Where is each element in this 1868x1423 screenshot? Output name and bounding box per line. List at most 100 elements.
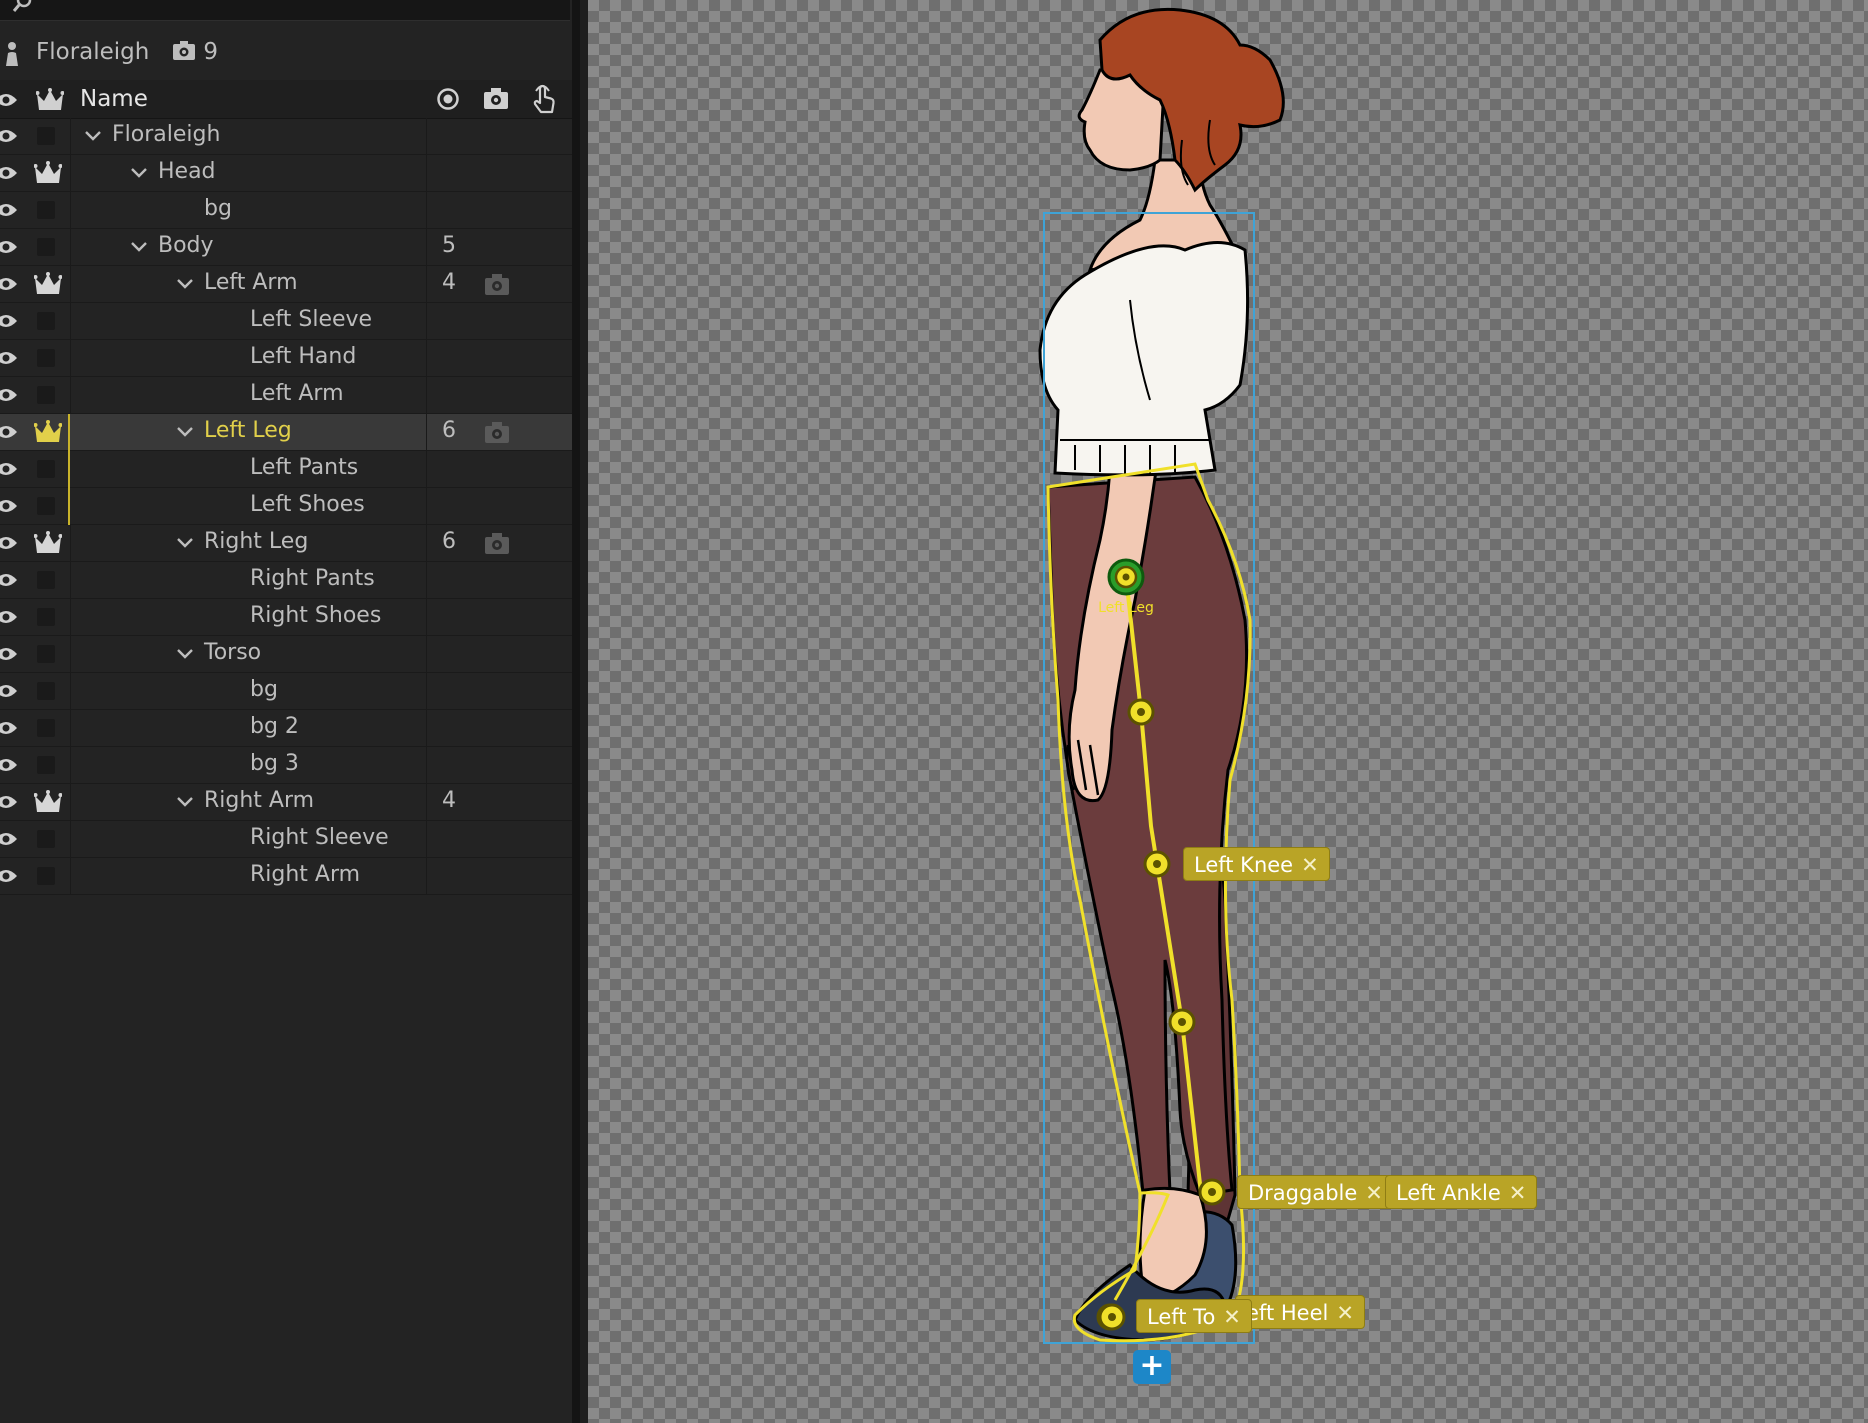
- crown-toggle[interactable]: [37, 571, 55, 589]
- layer-row[interactable]: Left Shoes: [0, 488, 572, 525]
- eye-icon[interactable]: [0, 868, 18, 888]
- layer-row[interactable]: Right Pants: [0, 562, 572, 599]
- name-column-header[interactable]: Name: [80, 86, 148, 112]
- crown-icon[interactable]: [33, 420, 63, 448]
- crown-toggle[interactable]: [37, 312, 55, 330]
- eye-icon[interactable]: [0, 646, 18, 666]
- layer-row[interactable]: Floraleigh: [0, 118, 572, 155]
- layer-row[interactable]: bg 3: [0, 747, 572, 784]
- handle-left-ankle[interactable]: [1198, 1178, 1226, 1206]
- layer-row[interactable]: Right Leg 6: [0, 525, 572, 562]
- layer-row[interactable]: Right Shoes: [0, 599, 572, 636]
- chevron-down-icon[interactable]: [130, 238, 148, 260]
- eye-icon[interactable]: [0, 313, 18, 333]
- crown-toggle[interactable]: [37, 719, 55, 737]
- layer-row[interactable]: Right Arm: [0, 858, 572, 895]
- tag-left-knee[interactable]: Left Knee ✕: [1183, 847, 1330, 881]
- close-icon[interactable]: ✕: [1301, 853, 1319, 877]
- crown-icon[interactable]: [33, 531, 63, 559]
- handle-toe-marker[interactable]: [1097, 1302, 1127, 1332]
- eye-icon[interactable]: [0, 535, 18, 555]
- layer-row[interactable]: bg 2: [0, 710, 572, 747]
- crown-toggle[interactable]: [37, 645, 55, 663]
- crown-toggle[interactable]: [37, 127, 55, 145]
- handle-left-knee[interactable]: [1143, 850, 1171, 878]
- crown-toggle[interactable]: [37, 867, 55, 885]
- camera-column-icon[interactable]: [483, 87, 509, 115]
- layer-row[interactable]: Torso: [0, 636, 572, 673]
- layer-row[interactable]: bg: [0, 192, 572, 229]
- layer-row[interactable]: Right Arm 4: [0, 784, 572, 821]
- layer-row[interactable]: Right Sleeve: [0, 821, 572, 858]
- layer-row[interactable]: Left Arm: [0, 377, 572, 414]
- crown-toggle[interactable]: [37, 460, 55, 478]
- crown-toggle[interactable]: [37, 201, 55, 219]
- handle-left-leg[interactable]: [1107, 558, 1145, 596]
- chevron-down-icon[interactable]: [84, 127, 102, 149]
- eye-column-icon[interactable]: [0, 92, 18, 112]
- layer-row[interactable]: Left Leg 6: [0, 414, 572, 451]
- crown-column-icon[interactable]: [35, 88, 65, 116]
- add-handle-button[interactable]: +: [1133, 1350, 1171, 1384]
- eye-icon[interactable]: [0, 498, 18, 518]
- chevron-down-icon[interactable]: [176, 275, 194, 297]
- camera-icon[interactable]: [484, 532, 510, 560]
- eye-icon[interactable]: [0, 350, 18, 370]
- layer-row[interactable]: Left Arm 4: [0, 266, 572, 303]
- eye-icon[interactable]: [0, 276, 18, 296]
- chevron-down-icon[interactable]: [176, 793, 194, 815]
- tag-left-toe[interactable]: Left To ✕: [1136, 1299, 1252, 1333]
- camera-icon[interactable]: [484, 273, 510, 301]
- crown-toggle[interactable]: [37, 830, 55, 848]
- camera-icon[interactable]: [484, 421, 510, 449]
- scene-canvas[interactable]: Left Leg Left Knee ✕ Draggable ✕ Left Ankl…: [588, 0, 1868, 1423]
- eye-icon[interactable]: [0, 387, 18, 407]
- crown-icon[interactable]: [33, 790, 63, 818]
- close-icon[interactable]: ✕: [1223, 1305, 1241, 1329]
- eye-icon[interactable]: [0, 572, 18, 592]
- eye-icon[interactable]: [0, 831, 18, 851]
- close-icon[interactable]: ✕: [1365, 1181, 1383, 1205]
- puppet-header: Floraleigh 9: [0, 36, 570, 70]
- close-icon[interactable]: ✕: [1509, 1181, 1527, 1205]
- eye-icon[interactable]: [0, 720, 18, 740]
- layer-row[interactable]: Body 5: [0, 229, 572, 266]
- eye-icon[interactable]: [0, 683, 18, 703]
- handle-lower-leg[interactable]: [1168, 1008, 1196, 1036]
- layer-row[interactable]: Left Hand: [0, 340, 572, 377]
- crown-toggle[interactable]: [37, 238, 55, 256]
- layer-row[interactable]: bg: [0, 673, 572, 710]
- chevron-down-icon[interactable]: [176, 423, 194, 445]
- eye-icon[interactable]: [0, 424, 18, 444]
- touch-column-icon[interactable]: [530, 84, 558, 118]
- eye-icon[interactable]: [0, 609, 18, 629]
- tag-draggable[interactable]: Draggable ✕: [1237, 1175, 1394, 1209]
- eye-icon[interactable]: [0, 165, 18, 185]
- chevron-down-icon[interactable]: [176, 645, 194, 667]
- eye-icon[interactable]: [0, 128, 18, 148]
- layer-row[interactable]: Head: [0, 155, 572, 192]
- search-bar[interactable]: [0, 0, 570, 21]
- tag-left-heel[interactable]: eft Heel ✕: [1235, 1295, 1365, 1329]
- close-icon[interactable]: ✕: [1336, 1301, 1354, 1325]
- eye-icon[interactable]: [0, 239, 18, 259]
- crown-icon[interactable]: [33, 161, 63, 189]
- layer-row[interactable]: Left Pants: [0, 451, 572, 488]
- crown-toggle[interactable]: [37, 608, 55, 626]
- eye-icon[interactable]: [0, 202, 18, 222]
- chevron-down-icon[interactable]: [130, 164, 148, 186]
- tag-left-ankle[interactable]: Left Ankle ✕: [1385, 1175, 1538, 1209]
- handle-column-icon[interactable]: [436, 87, 460, 115]
- crown-toggle[interactable]: [37, 756, 55, 774]
- crown-toggle[interactable]: [37, 386, 55, 404]
- chevron-down-icon[interactable]: [176, 534, 194, 556]
- eye-icon[interactable]: [0, 757, 18, 777]
- crown-icon[interactable]: [33, 272, 63, 300]
- layer-row[interactable]: Left Sleeve: [0, 303, 572, 340]
- eye-icon[interactable]: [0, 794, 18, 814]
- crown-toggle[interactable]: [37, 682, 55, 700]
- crown-toggle[interactable]: [37, 349, 55, 367]
- handle-upper-leg[interactable]: [1127, 698, 1155, 726]
- eye-icon[interactable]: [0, 461, 18, 481]
- crown-toggle[interactable]: [37, 497, 55, 515]
